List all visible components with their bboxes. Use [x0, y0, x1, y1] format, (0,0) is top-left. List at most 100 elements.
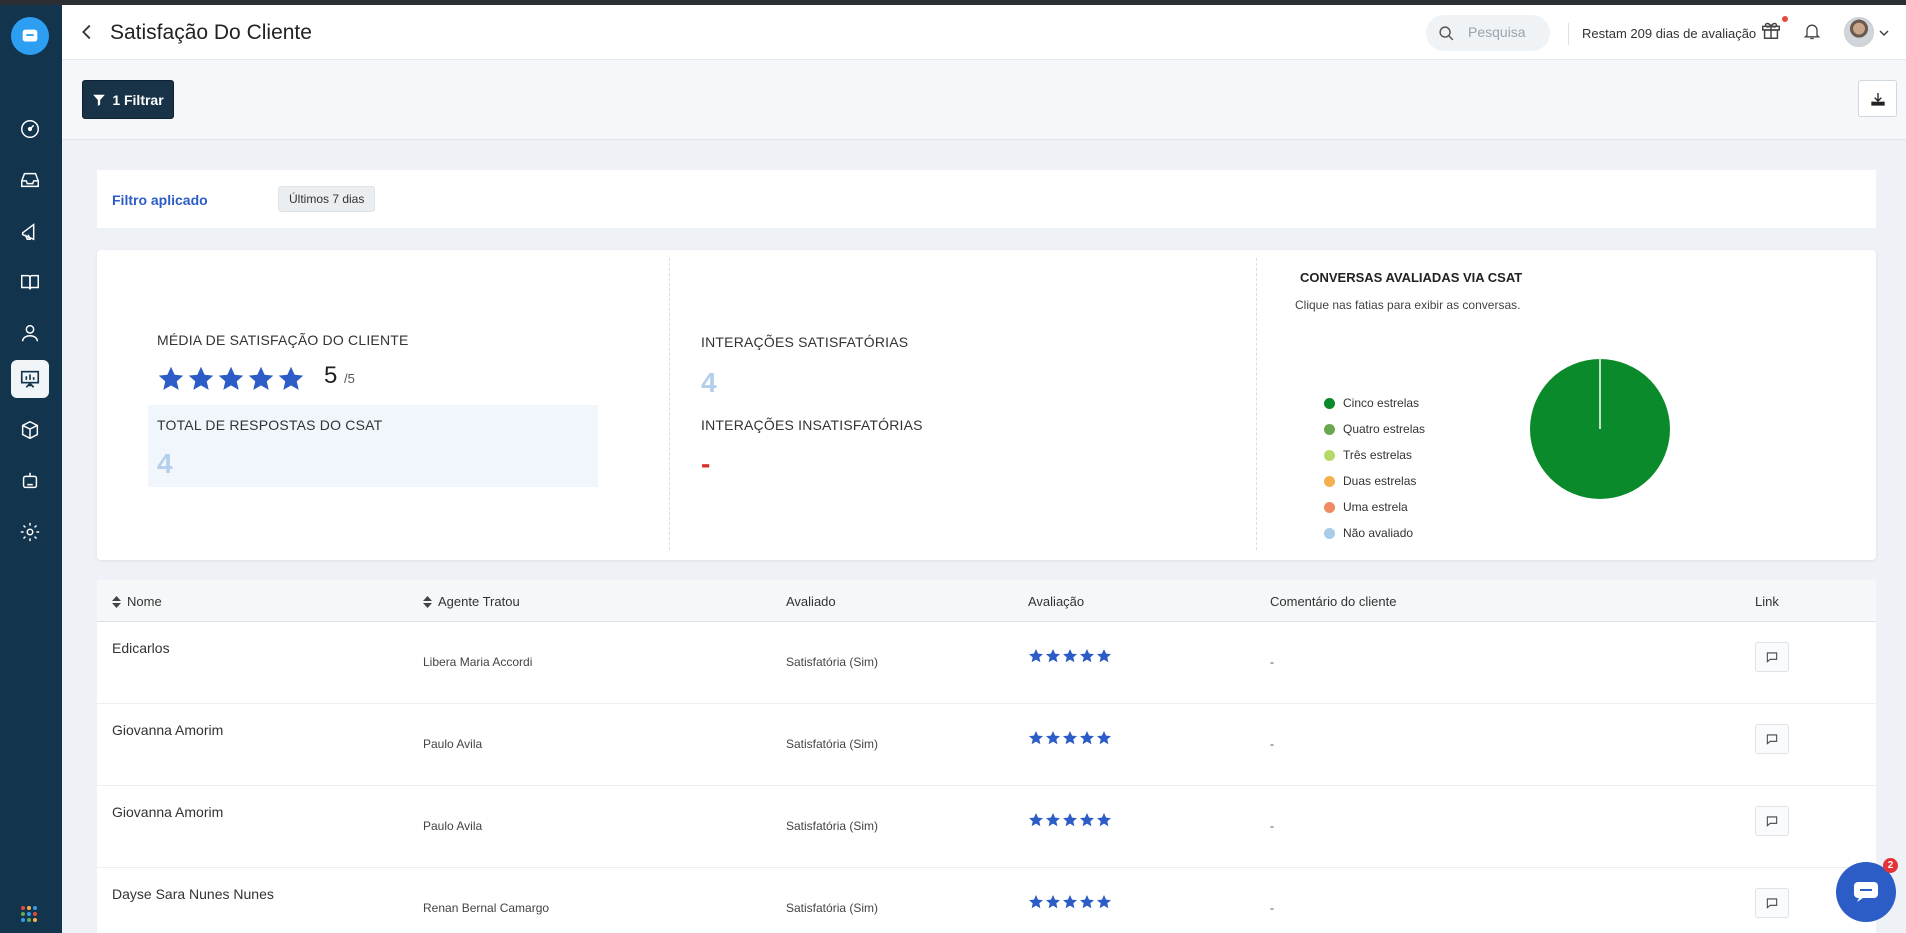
legend-item[interactable]: Três estrelas: [1324, 442, 1425, 468]
download-icon: [1870, 92, 1885, 106]
col-name-label: Nome: [127, 594, 162, 609]
rated-status: Satisfatória (Sim): [786, 819, 879, 833]
legend-item[interactable]: Quatro estrelas: [1324, 416, 1425, 442]
search-placeholder: Pesquisa: [1468, 24, 1526, 40]
col-comment: Comentário do cliente: [1270, 594, 1396, 609]
col-rating-label: Avaliação: [1028, 594, 1085, 609]
open-conversation-button[interactable]: [1755, 888, 1789, 918]
user-avatar[interactable]: [1844, 17, 1874, 47]
filter-button[interactable]: 1 Filtrar: [82, 80, 174, 119]
legend-item[interactable]: Cinco estrelas: [1324, 390, 1425, 416]
star-icon: [1063, 731, 1077, 745]
bell-icon[interactable]: [1802, 21, 1822, 41]
trial-days-text[interactable]: Restam 209 dias de avaliação: [1582, 26, 1756, 41]
star-icon: [248, 366, 274, 390]
legend-swatch: [1324, 527, 1335, 539]
table-row: Edicarlos Libera Maria Accordi Satisfatóri…: [97, 622, 1876, 704]
chart-title: CONVERSAS AVALIADAS VIA CSAT: [1300, 270, 1523, 285]
star-icon: [1029, 895, 1043, 909]
avg-score-value: 5: [324, 362, 338, 389]
col-name[interactable]: Nome: [112, 594, 162, 609]
satisfied-value: 4: [701, 367, 717, 398]
avg-score: 5 /5: [324, 362, 355, 390]
legend-swatch: [1324, 501, 1335, 513]
star-icon: [188, 366, 214, 390]
open-conversation-button[interactable]: [1755, 642, 1789, 672]
avg-satisfaction-label: MÉDIA DE SATISFAÇÃO DO CLIENTE: [157, 332, 409, 348]
open-conversation-button[interactable]: [1755, 724, 1789, 754]
chart-legend: Cinco estrelas Quatro estrelas Três estrel…: [1324, 390, 1425, 546]
notification-dot: [1782, 16, 1788, 22]
legend-label: Quatro estrelas: [1343, 422, 1426, 436]
chevron-down-icon[interactable]: [1879, 29, 1889, 37]
star-icon: [1063, 649, 1077, 663]
sidebar-item-inbox[interactable]: [11, 161, 49, 199]
back-arrow-icon[interactable]: [76, 21, 98, 43]
star-icon: [1097, 895, 1111, 909]
applied-filter-bar: Filtro aplicado Últimos 7 dias: [97, 170, 1876, 228]
gauge-icon: [21, 120, 39, 138]
unsatisfied-label: INTERAÇÕES INSATISFATÓRIAS: [701, 417, 923, 433]
legend-item[interactable]: Uma estrela: [1324, 494, 1425, 520]
sidebar-item-dashboard[interactable]: [11, 110, 49, 148]
unsatisfied-value: -: [701, 448, 711, 479]
chart-subtitle: Clique nas fatias para exibir as convers…: [1295, 298, 1521, 312]
col-rated-label: Avaliado: [786, 594, 836, 609]
star-icon: [1097, 813, 1111, 827]
col-agent[interactable]: Agente Tratou: [423, 594, 520, 609]
avg-score-max: /5: [344, 371, 355, 386]
chat-logo-icon: [22, 29, 38, 42]
row-rating-stars: [1028, 730, 1113, 751]
customer-name: Giovanna Amorim: [112, 722, 224, 738]
legend-swatch: [1324, 423, 1335, 435]
legend-label: Uma estrela: [1343, 500, 1408, 514]
presentation-icon: [20, 370, 40, 388]
star-icon: [278, 366, 304, 390]
avg-rating-stars: [157, 365, 307, 398]
search-input[interactable]: Pesquisa: [1426, 15, 1550, 51]
rated-status: Satisfatória (Sim): [786, 737, 879, 751]
customer-comment: -: [1270, 655, 1274, 669]
cube-icon: [21, 420, 39, 440]
legend-swatch: [1324, 397, 1335, 409]
sort-icon: [112, 595, 121, 608]
applied-filter-label: Filtro aplicado: [112, 192, 208, 208]
stats-divider: [1256, 258, 1257, 550]
row-rating-stars: [1028, 894, 1113, 915]
gift-icon[interactable]: [1760, 19, 1782, 41]
star-icon: [1080, 813, 1094, 827]
toolbar: 1 Filtrar: [62, 60, 1906, 140]
star-icon: [158, 366, 184, 390]
sidebar-item-knowledge-base[interactable]: [11, 263, 49, 301]
legend-swatch: [1324, 449, 1335, 461]
sidebar-item-bots[interactable]: [11, 462, 49, 500]
filter-chip[interactable]: Últimos 7 dias: [278, 186, 376, 212]
csat-pie-chart[interactable]: [1529, 358, 1671, 500]
legend-item[interactable]: Não avaliado: [1324, 520, 1425, 546]
star-icon: [218, 366, 244, 390]
table-row: Dayse Sara Nunes Nunes Renan Bernal Camar…: [97, 868, 1876, 933]
app-logo[interactable]: [11, 17, 49, 55]
agent-name: Paulo Avila: [423, 737, 483, 751]
inbox-icon: [21, 172, 39, 188]
star-icon: [1063, 895, 1077, 909]
sidebar-item-settings[interactable]: [11, 513, 49, 551]
customer-name: Edicarlos: [112, 640, 170, 656]
filter-icon: [93, 94, 106, 106]
agent-name: Renan Bernal Camargo: [423, 901, 550, 915]
sidebar-item-reports[interactable]: [11, 360, 49, 398]
sidebar-item-contacts[interactable]: [11, 314, 49, 352]
star-icon: [1080, 649, 1094, 663]
legend-item[interactable]: Duas estrelas: [1324, 468, 1425, 494]
person-icon: [21, 324, 39, 342]
sidebar-item-integrations[interactable]: [11, 411, 49, 449]
open-conversation-button[interactable]: [1755, 806, 1789, 836]
sidebar-item-campaigns[interactable]: [11, 212, 49, 250]
download-button[interactable]: [1858, 80, 1897, 117]
row-rating-stars: [1028, 812, 1113, 833]
star-icon: [1029, 813, 1043, 827]
chat-unread-badge: 2: [1883, 858, 1898, 873]
apps-grid-icon[interactable]: [20, 905, 38, 923]
col-agent-label: Agente Tratou: [438, 594, 520, 609]
comment-icon: [1766, 898, 1778, 909]
